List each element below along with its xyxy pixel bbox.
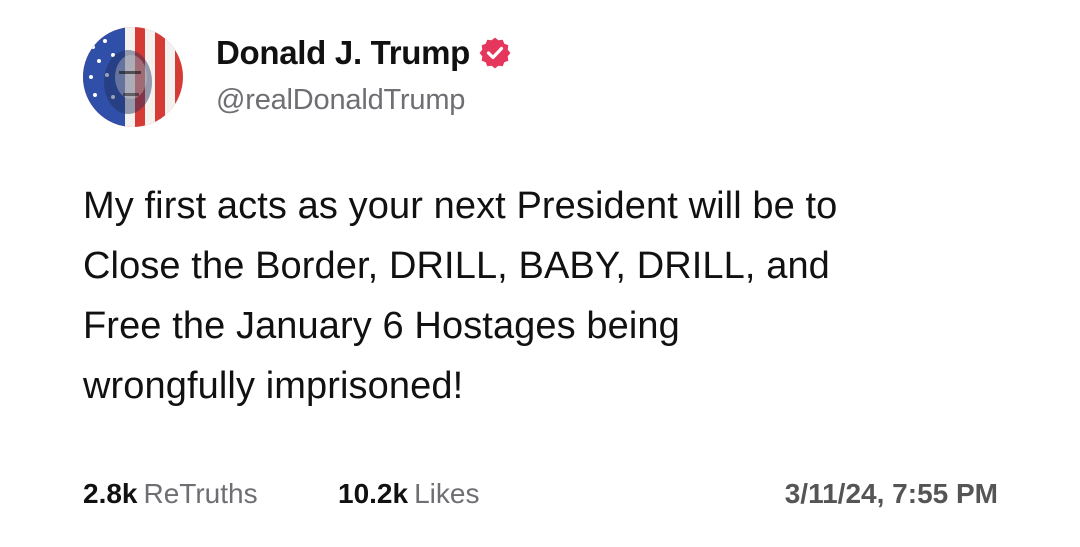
retruths-label: ReTruths (143, 478, 258, 509)
post-text-line: wrongfully imprisoned! (83, 365, 464, 407)
likes-stat[interactable]: 10.2k Likes (338, 478, 479, 510)
likes-count: 10.2k (338, 478, 409, 509)
avatar[interactable] (83, 27, 183, 127)
post-text: My first acts as your next President wil… (83, 176, 1043, 416)
post-header: Donald J. Trump @realDonaldTrump (83, 27, 511, 127)
retruths-count: 2.8k (83, 478, 138, 509)
author-display-name[interactable]: Donald J. Trump (216, 34, 470, 72)
author-info: Donald J. Trump @realDonaldTrump (216, 34, 511, 117)
post-footer: 2.8k ReTruths 10.2k Likes 3/11/24, 7:55 PM (83, 478, 998, 518)
post-timestamp[interactable]: 3/11/24, 7:55 PM (785, 478, 998, 510)
post-text-line: Free the January 6 Hostages being (83, 305, 680, 347)
author-handle[interactable]: @realDonaldTrump (216, 84, 511, 117)
flag-portrait-avatar-icon (83, 27, 183, 127)
verified-badge-icon (479, 37, 511, 69)
author-name-row: Donald J. Trump (216, 34, 511, 72)
post-card: Donald J. Trump @realDonaldTrump My firs… (0, 0, 1080, 547)
retruths-stat[interactable]: 2.8k ReTruths (83, 478, 258, 510)
post-text-line: My first acts as your next President wil… (83, 185, 838, 227)
post-text-line: Close the Border, DRILL, BABY, DRILL, an… (83, 245, 830, 287)
likes-label: Likes (414, 478, 480, 509)
